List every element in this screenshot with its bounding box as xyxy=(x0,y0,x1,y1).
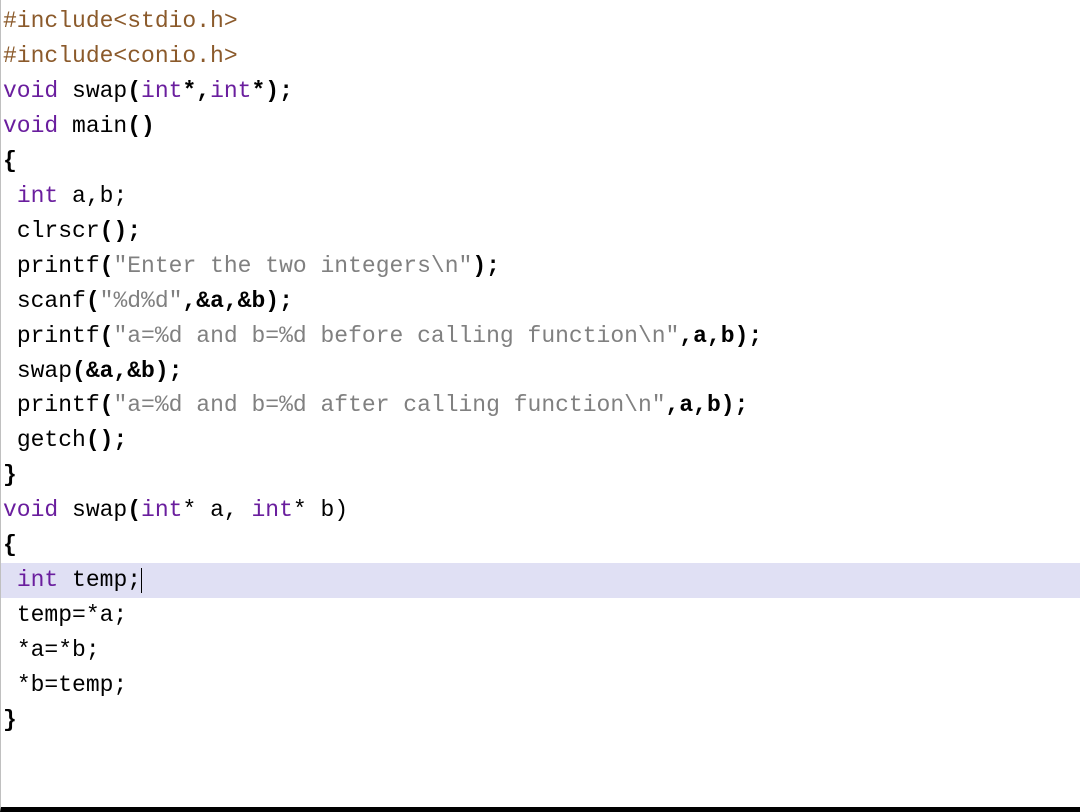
code-line-current[interactable]: int temp; xyxy=(1,563,1080,598)
param: * a, xyxy=(182,497,251,523)
indent xyxy=(3,637,17,663)
punct: ( xyxy=(100,323,114,349)
punct: *); xyxy=(252,78,293,104)
identifier: swap xyxy=(58,497,127,523)
code-line[interactable]: swap(&a,&b); xyxy=(1,354,1080,389)
string-literal: "%d%d" xyxy=(100,288,183,314)
type: int xyxy=(141,497,182,523)
punct: ); xyxy=(472,253,500,279)
punct: ,a,b); xyxy=(666,392,749,418)
punct: ( xyxy=(100,392,114,418)
function-call: clrscr xyxy=(17,218,100,244)
code-line[interactable]: *a=*b; xyxy=(1,633,1080,668)
identifier: temp; xyxy=(58,567,141,593)
code-line[interactable]: #include<stdio.h> xyxy=(1,4,1080,39)
code-line[interactable]: getch(); xyxy=(1,423,1080,458)
code-line[interactable]: temp=*a; xyxy=(1,598,1080,633)
code-line[interactable]: { xyxy=(1,144,1080,179)
string-literal: "Enter the two integers\n" xyxy=(113,253,472,279)
code-line[interactable]: void swap(int*,int*); xyxy=(1,74,1080,109)
indent xyxy=(3,392,17,418)
statement: temp=*a; xyxy=(17,602,127,628)
statement: *b=temp; xyxy=(17,672,127,698)
preprocessor: #include<stdio.h> xyxy=(3,8,238,34)
code-line[interactable]: } xyxy=(1,458,1080,493)
code-line[interactable]: int a,b; xyxy=(1,179,1080,214)
punct: *, xyxy=(182,78,210,104)
code-line[interactable]: #include<conio.h> xyxy=(1,39,1080,74)
identifier: swap xyxy=(58,78,127,104)
type: int xyxy=(251,497,292,523)
punct: (&a,&b); xyxy=(72,358,182,384)
indent xyxy=(3,183,17,209)
keyword: void xyxy=(3,113,58,139)
code-line[interactable]: void main() xyxy=(1,109,1080,144)
code-line[interactable]: void swap(int* a, int* b) xyxy=(1,493,1080,528)
statement: *a=*b; xyxy=(17,637,100,663)
code-line[interactable]: { xyxy=(1,528,1080,563)
indent xyxy=(3,358,17,384)
keyword: void xyxy=(3,497,58,523)
function-call: scanf xyxy=(17,288,86,314)
keyword: int xyxy=(17,183,58,209)
brace: { xyxy=(3,532,17,558)
brace: } xyxy=(3,707,17,733)
text-caret xyxy=(141,568,142,593)
indent xyxy=(3,288,17,314)
punct: ( xyxy=(86,288,100,314)
punct: ( xyxy=(100,253,114,279)
function-call: getch xyxy=(17,427,86,453)
code-line[interactable]: } xyxy=(1,703,1080,738)
punct: ,a,b); xyxy=(679,323,762,349)
indent xyxy=(3,218,17,244)
indent xyxy=(3,672,17,698)
code-line[interactable]: *b=temp; xyxy=(1,668,1080,703)
function-call: printf xyxy=(17,392,100,418)
string-literal: "a=%d and b=%d before calling function\n… xyxy=(113,323,679,349)
code-line[interactable]: printf("a=%d and b=%d before calling fun… xyxy=(1,319,1080,354)
function-call: swap xyxy=(17,358,72,384)
brace: { xyxy=(3,148,17,174)
param: * b) xyxy=(293,497,348,523)
type: int xyxy=(141,78,182,104)
punct: ( xyxy=(127,78,141,104)
keyword: int xyxy=(17,567,58,593)
indent xyxy=(3,323,17,349)
indent xyxy=(3,427,17,453)
brace: } xyxy=(3,462,17,488)
punct: ,&a,&b); xyxy=(182,288,292,314)
type: int xyxy=(210,78,251,104)
indent xyxy=(3,253,17,279)
punct: () xyxy=(127,113,155,139)
punct: (); xyxy=(86,427,127,453)
indent xyxy=(3,602,17,628)
code-line[interactable]: scanf("%d%d",&a,&b); xyxy=(1,284,1080,319)
preprocessor: #include<conio.h> xyxy=(3,43,238,69)
keyword: void xyxy=(3,78,58,104)
punct: ( xyxy=(127,497,141,523)
function-call: printf xyxy=(17,323,100,349)
indent xyxy=(3,567,17,593)
identifier: a,b; xyxy=(58,183,127,209)
identifier: main xyxy=(58,113,127,139)
code-line[interactable]: printf("Enter the two integers\n"); xyxy=(1,249,1080,284)
function-call: printf xyxy=(17,253,100,279)
punct: (); xyxy=(100,218,141,244)
code-line[interactable]: printf("a=%d and b=%d after calling func… xyxy=(1,388,1080,423)
code-editor[interactable]: #include<stdio.h> #include<conio.h> void… xyxy=(0,0,1080,812)
code-line[interactable]: clrscr(); xyxy=(1,214,1080,249)
string-literal: "a=%d and b=%d after calling function\n" xyxy=(113,392,665,418)
